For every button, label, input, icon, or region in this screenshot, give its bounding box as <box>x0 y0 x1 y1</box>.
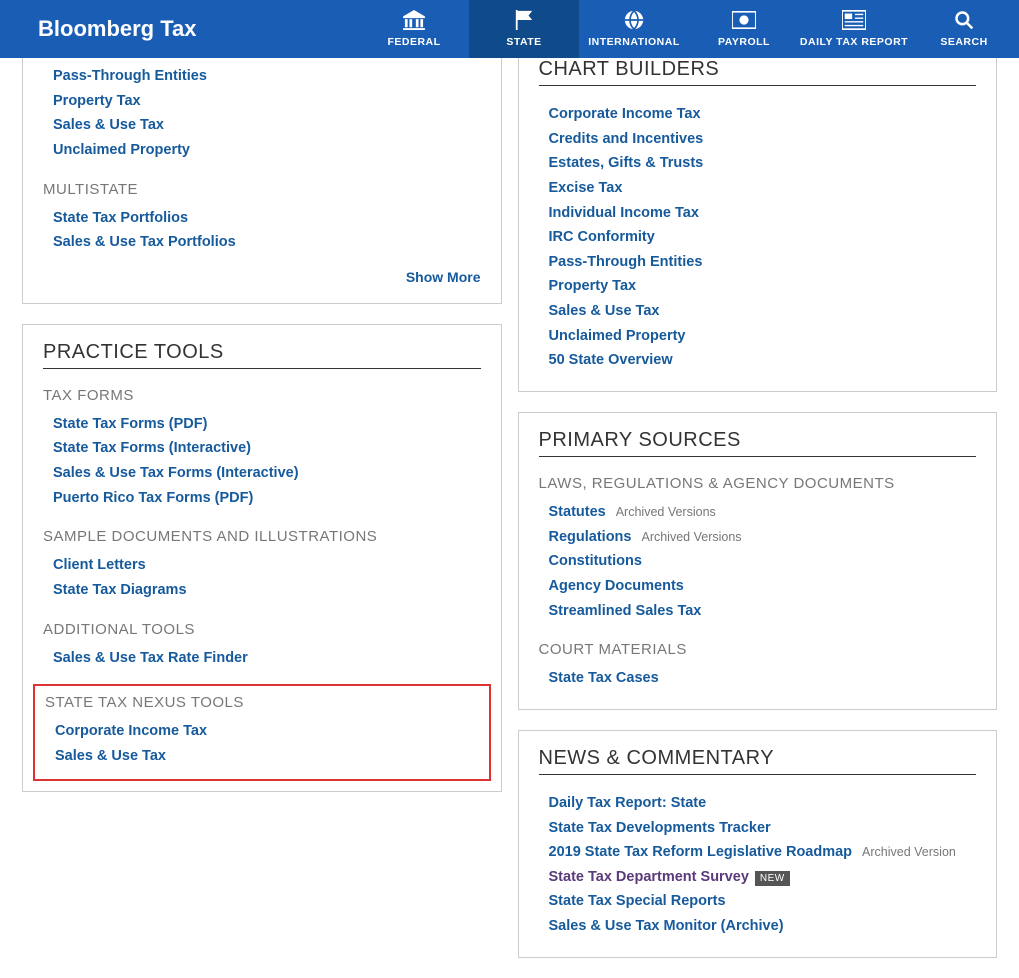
globe-icon <box>579 8 689 32</box>
archived-link[interactable]: Archived Versions <box>641 530 741 544</box>
link[interactable]: Client Letters <box>53 553 481 578</box>
link[interactable]: State Tax Department Survey <box>549 865 749 890</box>
link[interactable]: IRC Conformity <box>549 225 977 250</box>
link[interactable]: Agency Documents <box>549 574 977 599</box>
panel-title: NEWS & COMMENTARY <box>539 747 977 775</box>
link[interactable]: Statutes <box>549 500 606 525</box>
news-panel: NEWS & COMMENTARY Daily Tax Report: Stat… <box>518 730 998 958</box>
link[interactable]: Unclaimed Property <box>549 324 977 349</box>
link[interactable]: State Tax Developments Tracker <box>549 816 977 841</box>
right-column: CHART BUILDERS Corporate Income Tax Cred… <box>518 58 998 958</box>
link[interactable]: Individual Income Tax <box>549 201 977 226</box>
flag-icon <box>469 8 579 32</box>
subhead: SAMPLE DOCUMENTS AND ILLUSTRATIONS <box>43 528 481 545</box>
panel-title: PRIMARY SOURCES <box>539 429 977 457</box>
main-content: Pass-Through Entities Property Tax Sales… <box>0 58 1019 978</box>
subhead: COURT MATERIALS <box>539 641 977 658</box>
nav-payroll[interactable]: PAYROLL <box>689 0 799 58</box>
link[interactable]: State Tax Cases <box>549 666 977 691</box>
show-more-link[interactable]: Show More <box>43 269 481 285</box>
link[interactable]: State Tax Portfolios <box>53 206 481 231</box>
link[interactable]: Sales & Use Tax Portfolios <box>53 230 481 255</box>
link[interactable]: Excise Tax <box>549 176 977 201</box>
link[interactable]: Credits and Incentives <box>549 127 977 152</box>
link[interactable]: Estates, Gifts & Trusts <box>549 151 977 176</box>
subhead: TAX FORMS <box>43 387 481 404</box>
subhead: LAWS, REGULATIONS & AGENCY DOCUMENTS <box>539 475 977 492</box>
link[interactable]: Corporate Income Tax <box>55 719 479 744</box>
link[interactable]: Pass-Through Entities <box>53 64 481 89</box>
panel-title: PRACTICE TOOLS <box>43 341 481 369</box>
top-panel: Pass-Through Entities Property Tax Sales… <box>22 58 502 304</box>
left-column: Pass-Through Entities Property Tax Sales… <box>22 58 502 958</box>
top-nav: FEDERAL STATE INTERNATIONAL PAYROLL DAIL… <box>359 0 1019 58</box>
subhead-multistate: MULTISTATE <box>43 181 481 198</box>
panel-title: CHART BUILDERS <box>539 58 977 86</box>
subhead: STATE TAX NEXUS TOOLS <box>45 694 479 711</box>
subhead: ADDITIONAL TOOLS <box>43 621 481 638</box>
link[interactable]: Sales & Use Tax <box>549 299 977 324</box>
link[interactable]: Regulations <box>549 525 632 550</box>
link[interactable]: 50 State Overview <box>549 348 977 373</box>
link[interactable]: Unclaimed Property <box>53 138 481 163</box>
link[interactable]: Streamlined Sales Tax <box>549 599 977 624</box>
link[interactable]: State Tax Diagrams <box>53 578 481 603</box>
nav-international[interactable]: INTERNATIONAL <box>579 0 689 58</box>
archived-link[interactable]: Archived Version <box>862 845 956 859</box>
practice-tools-panel: PRACTICE TOOLS TAX FORMS State Tax Forms… <box>22 324 502 792</box>
nav-federal[interactable]: FEDERAL <box>359 0 469 58</box>
nav-search[interactable]: SEARCH <box>909 0 1019 58</box>
new-badge: NEW <box>755 871 790 886</box>
nav-state[interactable]: STATE <box>469 0 579 58</box>
link[interactable]: Puerto Rico Tax Forms (PDF) <box>53 486 481 511</box>
link[interactable]: State Tax Forms (PDF) <box>53 412 481 437</box>
building-icon <box>359 8 469 32</box>
link[interactable]: Sales & Use Tax Monitor (Archive) <box>549 914 977 939</box>
link[interactable]: State Tax Forms (Interactive) <box>53 436 481 461</box>
search-icon <box>909 8 1019 32</box>
link[interactable]: Sales & Use Tax <box>53 113 481 138</box>
link[interactable]: Sales & Use Tax Rate Finder <box>53 646 481 671</box>
chart-builders-panel: CHART BUILDERS Corporate Income Tax Cred… <box>518 58 998 392</box>
app-header: Bloomberg Tax FEDERAL STATE INTERNATIONA… <box>0 0 1019 58</box>
link[interactable]: Property Tax <box>549 274 977 299</box>
nexus-highlight: STATE TAX NEXUS TOOLS Corporate Income T… <box>33 684 491 780</box>
nav-daily-tax-report[interactable]: DAILY TAX REPORT <box>799 0 909 58</box>
link[interactable]: Corporate Income Tax <box>549 102 977 127</box>
newspaper-icon <box>799 8 909 32</box>
primary-sources-panel: PRIMARY SOURCES LAWS, REGULATIONS & AGEN… <box>518 412 998 710</box>
link[interactable]: Sales & Use Tax <box>55 744 479 769</box>
link[interactable]: Property Tax <box>53 89 481 114</box>
link[interactable]: Sales & Use Tax Forms (Interactive) <box>53 461 481 486</box>
archived-link[interactable]: Archived Versions <box>616 505 716 519</box>
link[interactable]: Pass-Through Entities <box>549 250 977 275</box>
link[interactable]: Daily Tax Report: State <box>549 791 977 816</box>
link[interactable]: 2019 State Tax Reform Legislative Roadma… <box>549 840 853 865</box>
link[interactable]: Constitutions <box>549 549 977 574</box>
logo: Bloomberg Tax <box>0 0 359 58</box>
money-icon <box>689 8 799 32</box>
link[interactable]: State Tax Special Reports <box>549 889 977 914</box>
